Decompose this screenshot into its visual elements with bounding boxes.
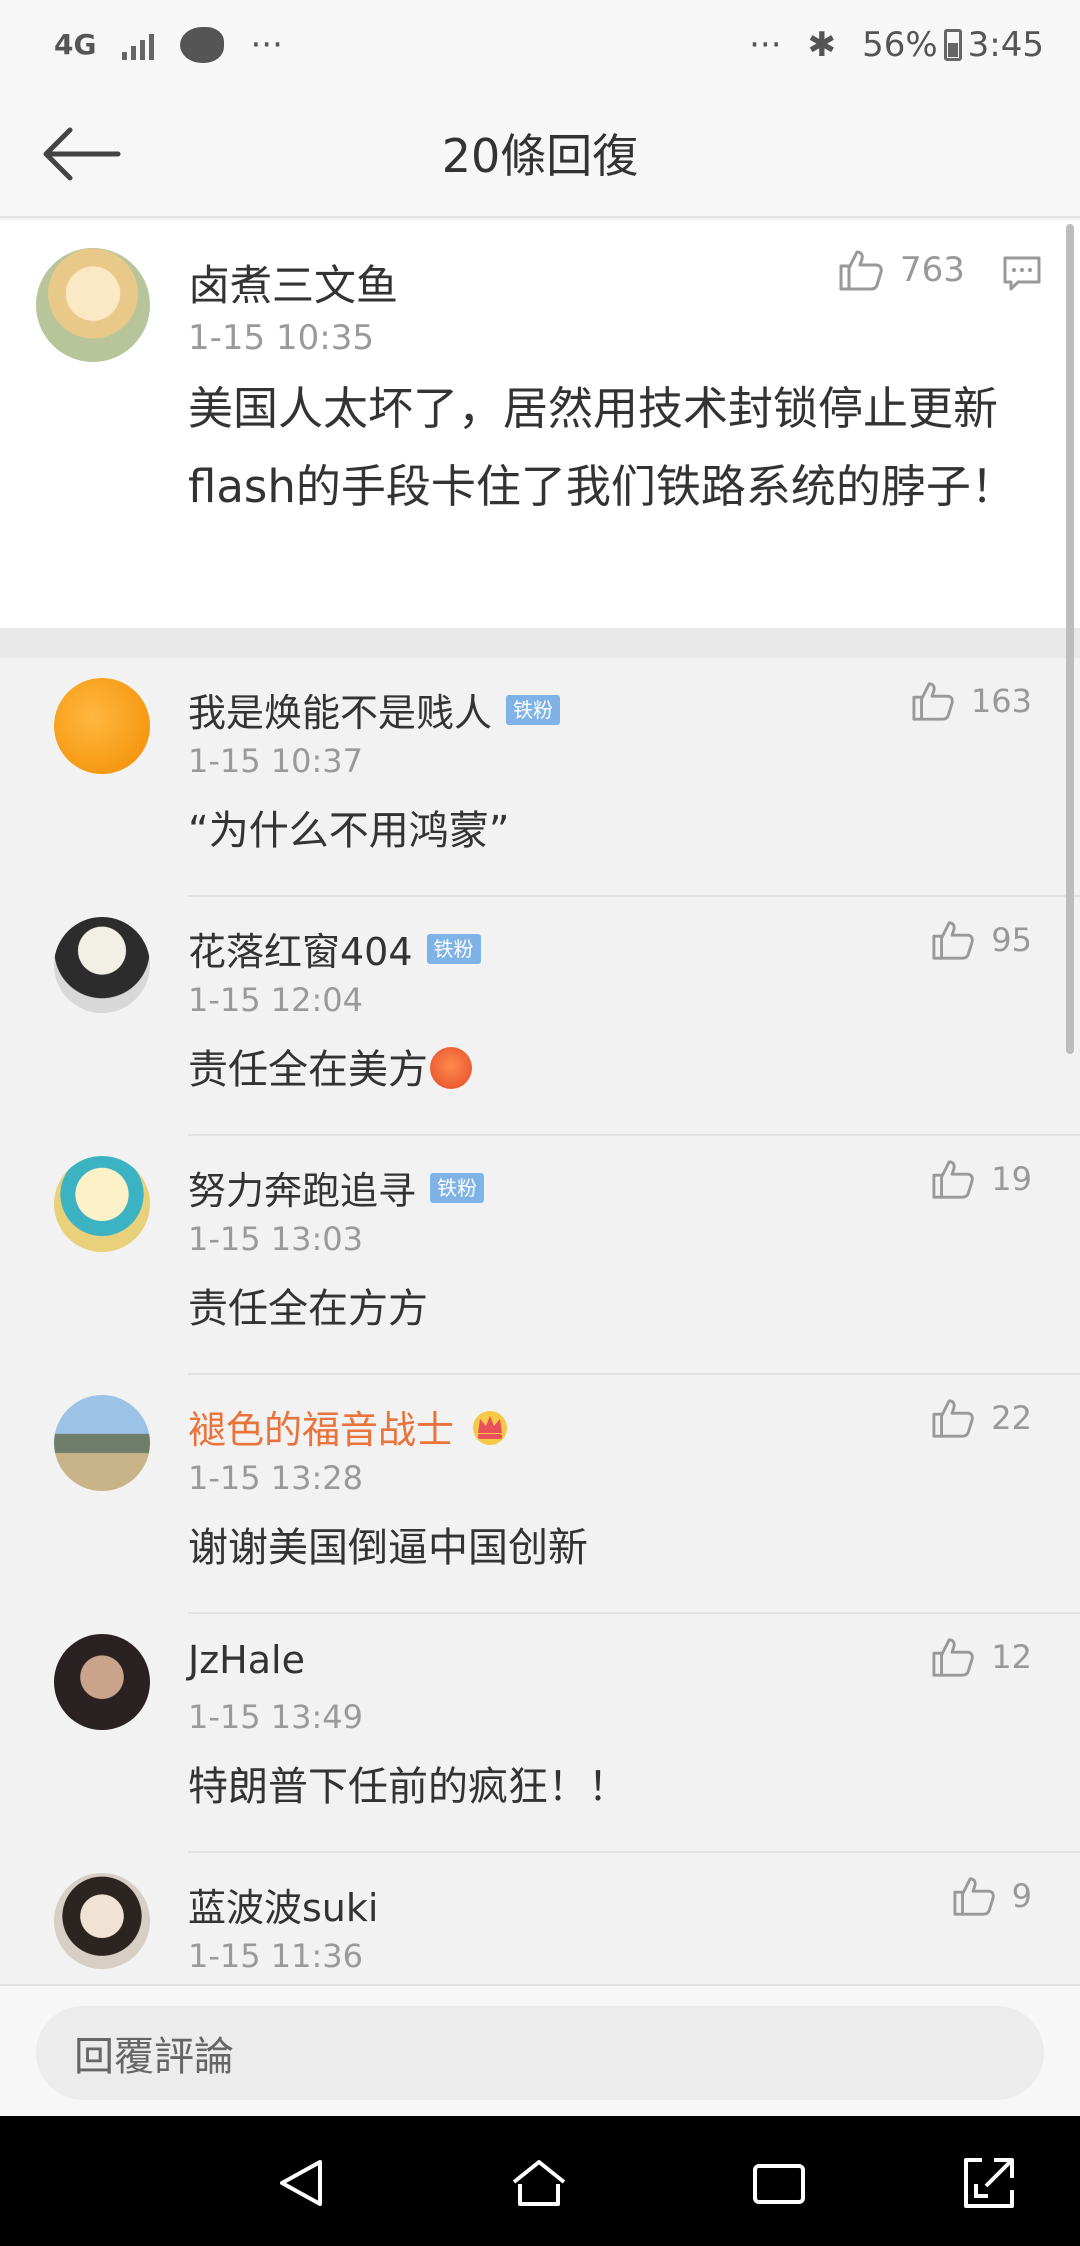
reply-author[interactable]: JzHale xyxy=(188,1638,305,1682)
like-button[interactable]: 763 xyxy=(838,248,965,292)
reply-time: 1-15 11:36 xyxy=(188,1937,364,1975)
like-button[interactable]: 163 xyxy=(911,680,1032,722)
reply-author[interactable]: 我是焕能不是贱人 xyxy=(188,682,492,737)
like-count: 12 xyxy=(991,1638,1032,1676)
thumbs-up-icon xyxy=(932,1399,975,1438)
comment-author[interactable]: 卤煮三文鱼 xyxy=(188,252,398,313)
battery-percent: 56% xyxy=(862,25,938,65)
reply-time: 1-15 13:03 xyxy=(188,1220,364,1258)
reply-text: 责任全在美方 xyxy=(188,1037,472,1095)
reply-item[interactable]: 我是焕能不是贱人 铁粉 1-15 10:37 “为什么不用鸿蒙” 163 xyxy=(0,658,1080,897)
avatar[interactable] xyxy=(54,1156,150,1252)
reply-time: 1-15 13:49 xyxy=(188,1698,364,1736)
like-count: 22 xyxy=(991,1399,1032,1437)
reply-item[interactable]: 花落红窗404 铁粉 1-15 12:04 责任全在美方 95 xyxy=(0,897,1080,1136)
reply-bar: 回覆評論 xyxy=(0,1984,1080,2116)
reply-author[interactable]: 努力奔跑追寻 xyxy=(188,1160,416,1215)
avatar[interactable] xyxy=(54,1395,150,1491)
reply-author[interactable]: 蓝波波suki xyxy=(188,1877,378,1932)
like-count: 95 xyxy=(991,921,1032,959)
comment-time: 1-15 10:35 xyxy=(188,318,374,358)
like-button[interactable]: 12 xyxy=(931,1636,1032,1678)
section-divider xyxy=(0,628,1080,658)
nav-recents-icon[interactable] xyxy=(750,2154,808,2212)
reply-item[interactable]: JzHale 1-15 13:49 特朗普下任前的疯狂！！ 12 xyxy=(0,1614,1080,1853)
avatar[interactable] xyxy=(54,1634,150,1730)
reply-item[interactable]: 努力奔跑追寻 铁粉 1-15 13:03 责任全在方方 19 xyxy=(0,1136,1080,1375)
like-button[interactable]: 19 xyxy=(931,1158,1032,1200)
thumbs-up-icon xyxy=(932,1160,975,1199)
avatar[interactable] xyxy=(54,678,150,774)
thumbs-up-icon xyxy=(953,1877,995,1916)
reply-text-content: 责任全在美方 xyxy=(188,1047,428,1093)
like-button[interactable]: 95 xyxy=(931,919,1032,961)
signal-icon xyxy=(122,30,155,60)
like-count: 9 xyxy=(1011,1877,1032,1915)
like-count: 19 xyxy=(991,1160,1032,1198)
scrollbar[interactable] xyxy=(1066,224,1074,1054)
battery-icon xyxy=(943,29,962,61)
vip-crown-icon xyxy=(473,1410,508,1445)
reply-item[interactable]: 蓝波波suki 1-15 11:36 9 xyxy=(0,1853,1080,1984)
nav-bar: 20條回復 xyxy=(0,90,1080,218)
comment-thread[interactable]: 卤煮三文鱼 1-15 10:35 763 美国人太坏了，居然用技术封锁停止更新f… xyxy=(0,220,1080,1984)
angry-emoji-icon xyxy=(430,1047,472,1089)
reply-text: “为什么不用鸿蒙” xyxy=(188,808,510,854)
fan-badge: 铁粉 xyxy=(426,933,481,964)
nav-home-icon[interactable] xyxy=(510,2154,568,2212)
thumbs-up-icon xyxy=(912,682,954,721)
nav-expand-icon[interactable] xyxy=(960,2154,1018,2212)
thumbs-up-icon xyxy=(839,250,883,291)
reply-text: 特朗普下任前的疯狂！！ xyxy=(188,1764,628,1810)
like-button[interactable]: 9 xyxy=(952,1875,1032,1917)
main-comment: 卤煮三文鱼 1-15 10:35 763 美国人太坏了，居然用技术封锁停止更新f… xyxy=(0,220,1080,628)
like-button[interactable]: 22 xyxy=(931,1397,1032,1439)
reply-text: 谢谢美国倒逼中国创新 xyxy=(188,1525,588,1571)
avatar[interactable] xyxy=(54,917,150,1013)
thumbs-up-icon xyxy=(932,1638,975,1677)
reply-comment-icon[interactable] xyxy=(1002,254,1042,294)
status-bar: 4G ··· ··· ✱ 56% 3:45 xyxy=(0,0,1080,90)
more-status-icon: ··· xyxy=(749,25,782,65)
avatar[interactable] xyxy=(54,1873,150,1969)
comment-text: 美国人太坏了，居然用技术封锁停止更新flash的手段卡住了我们铁路系统的脖子！ xyxy=(188,382,1016,513)
reply-time: 1-15 12:04 xyxy=(188,981,364,1019)
network-4g-icon: 4G xyxy=(54,28,97,61)
nav-back-icon[interactable] xyxy=(272,2154,330,2212)
reply-time: 1-15 13:28 xyxy=(188,1459,364,1497)
avatar[interactable] xyxy=(36,248,150,362)
reply-time: 1-15 10:37 xyxy=(188,742,364,780)
clock: 3:45 xyxy=(967,25,1044,65)
reply-author[interactable]: 花落红窗404 xyxy=(188,921,413,976)
fan-badge: 铁粉 xyxy=(506,694,561,725)
reply-input[interactable]: 回覆評論 xyxy=(36,2006,1044,2100)
more-notifications-icon: ··· xyxy=(250,25,283,65)
system-nav-bar xyxy=(0,2116,1080,2246)
bluetooth-icon: ✱ xyxy=(807,25,837,65)
app-notification-icon xyxy=(180,27,225,63)
like-count: 763 xyxy=(900,250,965,290)
reply-text: 责任全在方方 xyxy=(188,1286,428,1332)
like-count: 163 xyxy=(970,682,1032,720)
reply-item[interactable]: 褪色的福音战士 1-15 13:28 谢谢美国倒逼中国创新 22 xyxy=(0,1375,1080,1614)
thumbs-up-icon xyxy=(932,921,975,960)
reply-list: 我是焕能不是贱人 铁粉 1-15 10:37 “为什么不用鸿蒙” 163 花落红… xyxy=(0,658,1080,1984)
reply-input-placeholder: 回覆評論 xyxy=(74,2034,234,2080)
page-title: 20條回復 xyxy=(441,129,639,183)
fan-badge: 铁粉 xyxy=(430,1172,485,1203)
reply-author[interactable]: 褪色的福音战士 xyxy=(188,1399,454,1454)
